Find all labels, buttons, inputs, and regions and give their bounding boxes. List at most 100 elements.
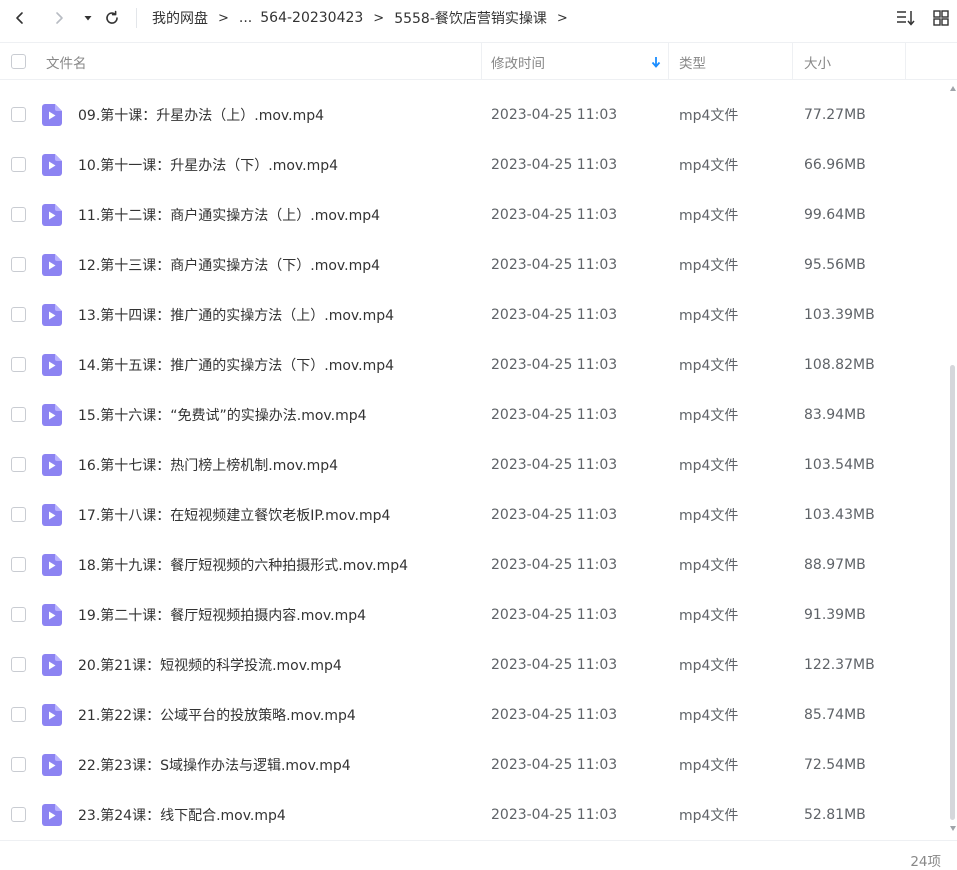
breadcrumb-item-parent[interactable]: 564-20230423 bbox=[260, 10, 363, 26]
file-modified: 2023-04-25 11:03 bbox=[491, 307, 618, 323]
file-name[interactable]: 20.第21课：短视频的科学投流.mov.mp4 bbox=[78, 640, 342, 690]
file-row[interactable]: 09.第十课：升星办法（上）.mov.mp4 2023-04-25 11:03 mp… bbox=[0, 90, 945, 140]
file-row[interactable]: 21.第22课：公域平台的投放策略.mov.mp4 2023-04-25 11:0… bbox=[0, 690, 945, 740]
file-name[interactable]: 21.第22课：公域平台的投放策略.mov.mp4 bbox=[78, 690, 356, 740]
file-name[interactable]: 23.第24课：线下配合.mov.mp4 bbox=[78, 790, 286, 840]
file-row[interactable]: 18.第十九课：餐厅短视频的六种拍摄形式.mov.mp4 2023-04-25 1… bbox=[0, 540, 945, 590]
file-row[interactable]: 12.第十三课：商户通实操方法（下）.mov.mp4 2023-04-25 11:… bbox=[0, 240, 945, 290]
arrow-down-icon bbox=[651, 57, 661, 68]
file-name[interactable]: 14.第十五课：推广通的实操方法（下）.mov.mp4 bbox=[78, 340, 394, 390]
file-type: mp4文件 bbox=[679, 308, 739, 324]
row-checkbox[interactable] bbox=[11, 307, 26, 322]
file-row[interactable]: 19.第二十课：餐厅短视频拍摄内容.mov.mp4 2023-04-25 11:0… bbox=[0, 590, 945, 640]
file-row[interactable]: 23.第24课：线下配合.mov.mp4 2023-04-25 11:03 mp4文… bbox=[0, 790, 945, 840]
video-file-icon bbox=[42, 304, 62, 326]
video-file-icon bbox=[42, 554, 62, 576]
file-name[interactable]: 19.第二十课：餐厅短视频拍摄内容.mov.mp4 bbox=[78, 590, 366, 640]
file-modified: 2023-04-25 11:03 bbox=[491, 107, 618, 123]
file-row[interactable]: 14.第十五课：推广通的实操方法（下）.mov.mp4 2023-04-25 11… bbox=[0, 340, 945, 390]
column-header-modified[interactable]: 修改时间 bbox=[491, 43, 545, 80]
file-type: mp4文件 bbox=[679, 808, 739, 824]
file-list: 09.第十课：升星办法（上）.mov.mp4 2023-04-25 11:03 mp… bbox=[0, 90, 945, 840]
row-checkbox[interactable] bbox=[11, 407, 26, 422]
file-size: 72.54MB bbox=[804, 757, 866, 773]
back-button[interactable] bbox=[8, 6, 32, 30]
column-divider[interactable] bbox=[905, 43, 906, 80]
file-size: 66.96MB bbox=[804, 157, 866, 173]
row-checkbox[interactable] bbox=[11, 807, 26, 822]
column-divider[interactable] bbox=[792, 43, 793, 80]
caret-down-icon bbox=[84, 16, 92, 21]
file-size: 122.37MB bbox=[804, 657, 875, 673]
scroll-up-arrow-icon[interactable] bbox=[950, 86, 956, 91]
select-all-checkbox[interactable] bbox=[11, 54, 26, 69]
row-checkbox[interactable] bbox=[11, 107, 26, 122]
file-size: 95.56MB bbox=[804, 257, 866, 273]
breadcrumb-item-root[interactable]: 我的网盘 bbox=[152, 8, 208, 28]
row-checkbox[interactable] bbox=[11, 607, 26, 622]
file-type: mp4文件 bbox=[679, 108, 739, 124]
video-file-icon bbox=[42, 404, 62, 426]
file-row[interactable]: 13.第十四课：推广通的实操方法（上）.mov.mp4 2023-04-25 11… bbox=[0, 290, 945, 340]
scroll-down-arrow-icon[interactable] bbox=[950, 826, 956, 831]
file-modified: 2023-04-25 11:03 bbox=[491, 257, 618, 273]
file-name[interactable]: 13.第十四课：推广通的实操方法（上）.mov.mp4 bbox=[78, 290, 394, 340]
chevron-left-icon bbox=[16, 12, 23, 24]
file-size: 103.54MB bbox=[804, 457, 875, 473]
view-toggle-button[interactable] bbox=[931, 8, 951, 28]
file-name[interactable]: 18.第十九课：餐厅短视频的六种拍摄形式.mov.mp4 bbox=[78, 540, 408, 590]
file-row[interactable]: 17.第十八课：在短视频建立餐饮老板IP.mov.mp4 2023-04-25 1… bbox=[0, 490, 945, 540]
row-checkbox[interactable] bbox=[11, 257, 26, 272]
file-modified: 2023-04-25 11:03 bbox=[491, 807, 618, 823]
file-row[interactable]: 10.第十一课：升星办法（下）.mov.mp4 2023-04-25 11:03 m… bbox=[0, 140, 945, 190]
refresh-icon bbox=[106, 10, 118, 24]
file-row[interactable]: 11.第十二课：商户通实操方法（上）.mov.mp4 2023-04-25 11:… bbox=[0, 190, 945, 240]
sort-button[interactable] bbox=[895, 8, 915, 28]
file-size: 52.81MB bbox=[804, 807, 866, 823]
breadcrumb-separator: > bbox=[556, 10, 568, 26]
row-checkbox[interactable] bbox=[11, 757, 26, 772]
file-size: 103.39MB bbox=[804, 307, 875, 323]
file-name[interactable]: 15.第十六课：“免费试”的实操办法.mov.mp4 bbox=[78, 390, 367, 440]
column-divider[interactable] bbox=[481, 43, 482, 80]
column-header-name[interactable]: 文件名 bbox=[46, 43, 87, 80]
file-name[interactable]: 12.第十三课：商户通实操方法（下）.mov.mp4 bbox=[78, 240, 380, 290]
file-row[interactable]: 22.第23课：S域操作办法与逻辑.mov.mp4 2023-04-25 11:0… bbox=[0, 740, 945, 790]
breadcrumb-item-current[interactable]: 5558-餐饮店营销实操课 bbox=[394, 8, 547, 28]
file-type: mp4文件 bbox=[679, 708, 739, 724]
file-name[interactable]: 16.第十七课：热门榜上榜机制.mov.mp4 bbox=[78, 440, 338, 490]
video-file-icon bbox=[42, 804, 62, 826]
column-header-type[interactable]: 类型 bbox=[679, 43, 706, 80]
item-count: 24项 bbox=[910, 854, 941, 870]
file-row[interactable]: 15.第十六课：“免费试”的实操办法.mov.mp4 2023-04-25 11:… bbox=[0, 390, 945, 440]
scrollbar-thumb[interactable] bbox=[950, 365, 955, 820]
row-checkbox[interactable] bbox=[11, 707, 26, 722]
row-checkbox[interactable] bbox=[11, 507, 26, 522]
file-name[interactable]: 10.第十一课：升星办法（下）.mov.mp4 bbox=[78, 140, 338, 190]
row-checkbox[interactable] bbox=[11, 657, 26, 672]
row-checkbox[interactable] bbox=[11, 357, 26, 372]
file-name[interactable]: 22.第23课：S域操作办法与逻辑.mov.mp4 bbox=[78, 740, 351, 790]
grid-view-icon bbox=[933, 10, 949, 26]
file-name[interactable]: 09.第十课：升星办法（上）.mov.mp4 bbox=[78, 90, 324, 140]
file-type: mp4文件 bbox=[679, 558, 739, 574]
forward-button[interactable] bbox=[47, 6, 71, 30]
file-modified: 2023-04-25 11:03 bbox=[491, 357, 618, 373]
row-checkbox[interactable] bbox=[11, 157, 26, 172]
refresh-button[interactable] bbox=[100, 6, 124, 30]
history-dropdown-button[interactable] bbox=[76, 6, 100, 30]
breadcrumb-item-ellipsis[interactable]: ... bbox=[239, 10, 252, 26]
row-checkbox[interactable] bbox=[11, 457, 26, 472]
column-divider[interactable] bbox=[668, 43, 669, 80]
file-row[interactable]: 20.第21课：短视频的科学投流.mov.mp4 2023-04-25 11:03… bbox=[0, 640, 945, 690]
file-name[interactable]: 17.第十八课：在短视频建立餐饮老板IP.mov.mp4 bbox=[78, 490, 390, 540]
column-header-size[interactable]: 大小 bbox=[804, 43, 831, 80]
row-checkbox[interactable] bbox=[11, 207, 26, 222]
file-size: 88.97MB bbox=[804, 557, 866, 573]
file-name[interactable]: 11.第十二课：商户通实操方法（上）.mov.mp4 bbox=[78, 190, 380, 240]
file-row[interactable]: 16.第十七课：热门榜上榜机制.mov.mp4 2023-04-25 11:03 m… bbox=[0, 440, 945, 490]
video-file-icon bbox=[42, 604, 62, 626]
video-file-icon bbox=[42, 754, 62, 776]
row-checkbox[interactable] bbox=[11, 557, 26, 572]
file-size: 108.82MB bbox=[804, 357, 875, 373]
